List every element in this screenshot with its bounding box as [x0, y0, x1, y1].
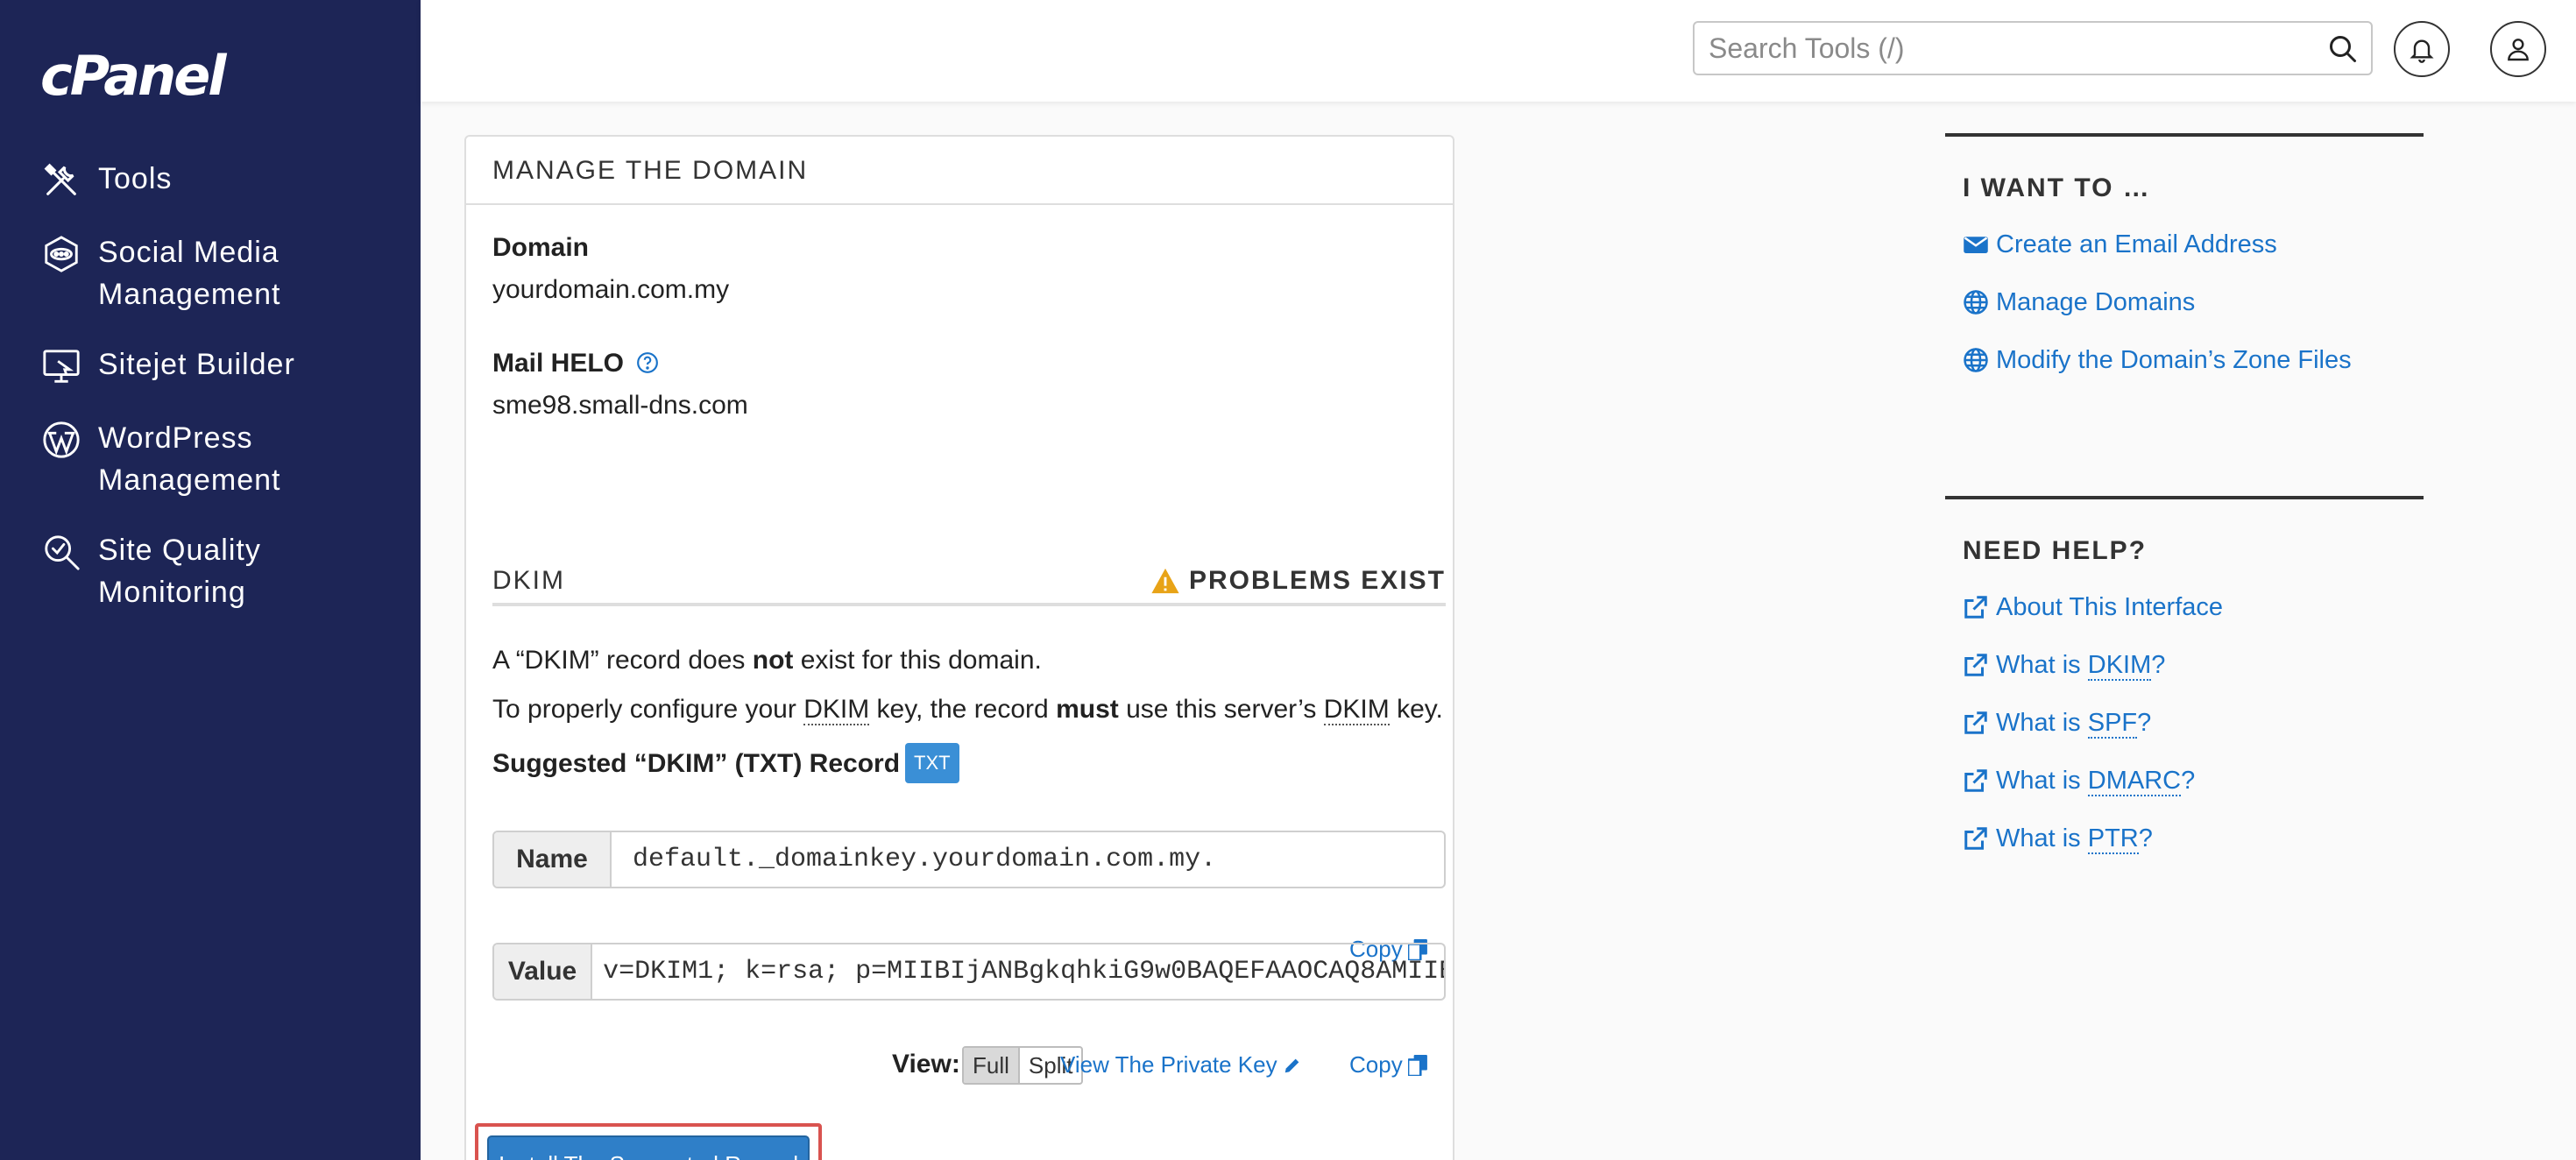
dkim-message-configure: To properly configure your DKIM key, the… — [492, 695, 1443, 725]
what-is-dkim-link[interactable]: What is DKIM? — [1963, 648, 2424, 682]
site-quality-icon — [39, 529, 84, 575]
want-to-title: I WANT TO … — [1963, 173, 2151, 202]
sitejet-icon — [39, 343, 84, 389]
dkim-header: DKIM PROBLEMS EXIST — [492, 566, 1446, 606]
external-link-icon — [1964, 654, 1987, 676]
help-icon[interactable] — [636, 351, 659, 374]
notifications-button[interactable] — [2394, 21, 2450, 77]
sidebar-item-sitejet[interactable]: Sitejet Builder — [39, 343, 407, 389]
bell-icon — [2410, 39, 2434, 63]
need-help-title: NEED HELP? — [1963, 536, 2148, 565]
dkim-status: PROBLEMS EXIST — [1150, 566, 1446, 596]
create-email-link[interactable]: Create an Email Address — [1963, 228, 2424, 261]
install-highlight: Install The Suggested Record — [475, 1123, 822, 1160]
main-content: MANAGE THE DOMAIN Domain yourdomain.com.… — [421, 102, 2576, 1160]
search-input[interactable] — [1695, 23, 2299, 74]
sidebar-item-label: Social Media Management — [98, 236, 281, 311]
view-full-button[interactable]: Full — [964, 1048, 1020, 1083]
panel-title: MANAGE THE DOMAIN — [466, 137, 1453, 205]
sidebar-item-label: WordPress Management — [98, 421, 281, 497]
dkim-value-field: Value v=DKIM1; k=rsa; p=MIIBIjANBgkqhkiG… — [492, 943, 1446, 1001]
warning-icon — [1151, 568, 1179, 594]
user-menu-button[interactable] — [2490, 21, 2546, 77]
copy-value-button[interactable]: Copy — [1349, 1051, 1427, 1079]
sidebar-item-tools[interactable]: Tools — [39, 158, 407, 203]
divider — [1945, 133, 2424, 137]
txt-badge: TXT — [905, 743, 959, 783]
domain-value: yourdomain.com.my — [492, 275, 730, 304]
sidebar: cPanel Tools Social Media Management Sit… — [0, 0, 421, 1160]
search-box — [1693, 21, 2373, 75]
want-to-section: I WANT TO … Create an Email Address Mana… — [1945, 133, 2424, 377]
external-link-icon — [1964, 711, 1987, 734]
manage-domain-panel: MANAGE THE DOMAIN Domain yourdomain.com.… — [464, 135, 1454, 1160]
external-link-icon — [1964, 769, 1987, 792]
about-interface-link[interactable]: About This Interface — [1963, 591, 2424, 624]
need-help-section: NEED HELP? About This Interface What is … — [1945, 496, 2424, 855]
divider — [1945, 496, 2424, 499]
pencil-icon — [1284, 1058, 1299, 1072]
tools-icon — [39, 158, 84, 203]
manage-domains-link[interactable]: Manage Domains — [1963, 286, 2424, 319]
mail-helo-label: Mail HELO — [492, 349, 748, 378]
name-value[interactable]: default._domainkey.yourdomain.com.my. — [612, 832, 1216, 887]
what-is-spf-link[interactable]: What is SPF? — [1963, 706, 2424, 739]
what-is-ptr-link[interactable]: What is PTR? — [1963, 822, 2424, 855]
copy-icon — [1407, 1054, 1427, 1076]
envelope-icon — [1964, 237, 1988, 253]
modify-zone-files-link[interactable]: Modify the Domain’s Zone Files — [1963, 343, 2424, 377]
sidebar-item-label: Tools — [98, 162, 173, 195]
sidebar-item-label: Site Quality Monitoring — [98, 534, 261, 609]
install-suggested-record-button[interactable]: Install The Suggested Record — [487, 1135, 810, 1160]
view-label: View: — [892, 1050, 960, 1079]
mail-helo-value: sme98.small-dns.com — [492, 391, 748, 420]
sidebar-item-social-media[interactable]: Social Media Management — [39, 231, 407, 315]
sidebar-item-label: Sitejet Builder — [98, 348, 295, 381]
globe-icon — [1964, 290, 1988, 315]
view-private-key-link[interactable]: View The Private Key — [1060, 1051, 1302, 1079]
external-link-icon — [1964, 827, 1987, 850]
sidebar-nav: Tools Social Media Management Sitejet Bu… — [39, 158, 407, 641]
external-link-icon — [1964, 596, 1987, 619]
domain-label: Domain — [492, 233, 590, 262]
top-header — [421, 0, 2576, 102]
dkim-message-not-exist: A “DKIM” record does not exist for this … — [492, 646, 1042, 675]
cpanel-logo[interactable]: cPanel — [40, 44, 227, 108]
user-icon — [2508, 39, 2529, 61]
what-is-dmarc-link[interactable]: What is DMARC? — [1963, 764, 2424, 797]
view-options: View: Full Split View The Private Key Co… — [466, 1046, 1456, 1085]
globe-icon — [1964, 348, 1988, 372]
value-value[interactable]: v=DKIM1; k=rsa; p=MIIBIjANBgkqhkiG9w0BAQ… — [592, 944, 1444, 999]
name-label: Name — [494, 832, 612, 887]
dkim-title: DKIM — [492, 566, 565, 595]
suggested-record-label: Suggested “DKIM” (TXT) Record TXT — [492, 743, 959, 783]
search-icon[interactable] — [2327, 33, 2359, 65]
sidebar-item-wordpress[interactable]: WordPress Management — [39, 417, 407, 501]
social-media-icon — [39, 231, 84, 277]
sidebar-item-site-quality[interactable]: Site Quality Monitoring — [39, 529, 407, 613]
value-label: Value — [494, 944, 593, 999]
wordpress-icon — [39, 417, 84, 463]
dkim-name-field: Name default._domainkey.yourdomain.com.m… — [492, 831, 1446, 888]
